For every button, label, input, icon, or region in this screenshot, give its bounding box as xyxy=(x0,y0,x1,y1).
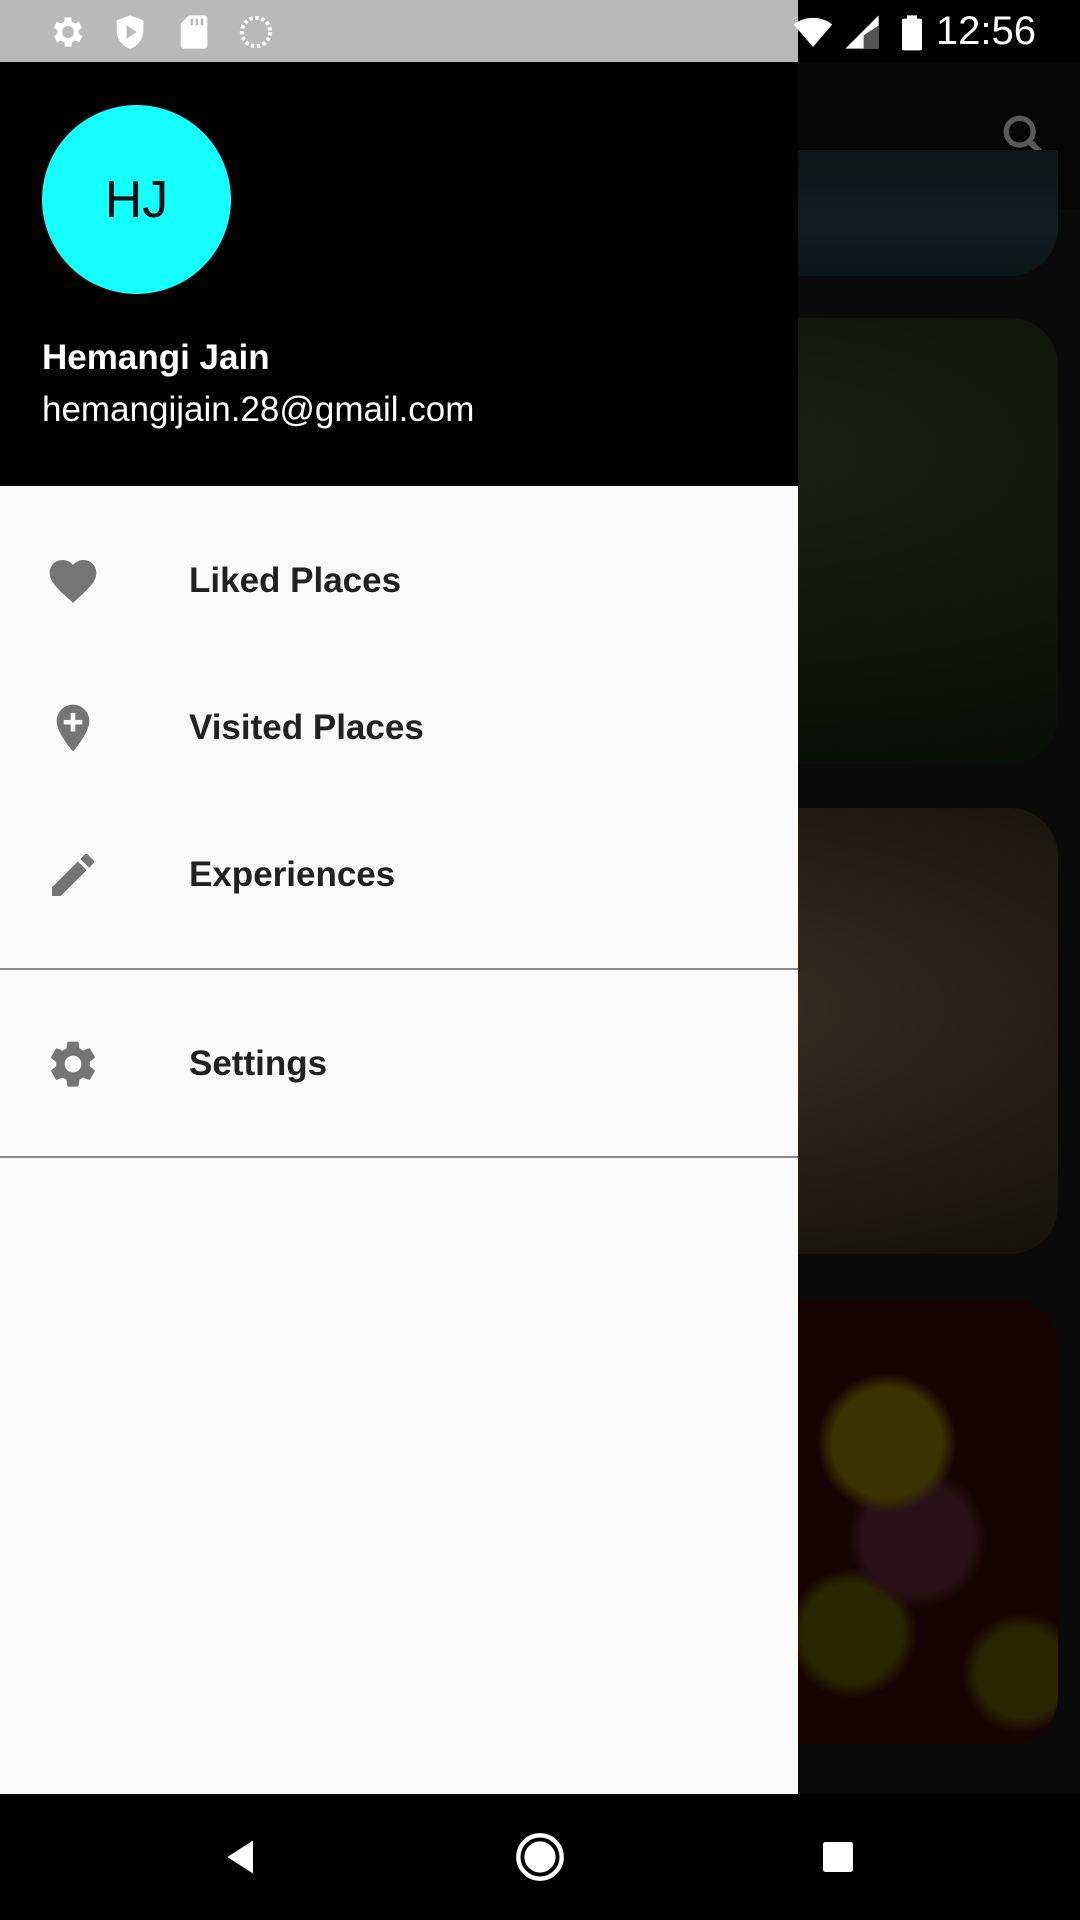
drawer-divider xyxy=(0,968,798,970)
drawer-item-label: Experiences xyxy=(189,854,396,894)
back-button[interactable] xyxy=(212,1827,272,1887)
drawer-item-settings[interactable]: Settings xyxy=(0,990,798,1137)
avatar-initials: HJ xyxy=(104,170,169,229)
drawer-header: HJ Hemangi Jain hemangijain.28@gmail.com xyxy=(0,62,798,486)
recents-icon xyxy=(823,1842,853,1872)
user-email: hemangijain.28@gmail.com xyxy=(42,390,475,429)
drawer-item-visited-places[interactable]: Visited Places xyxy=(0,654,798,801)
back-icon xyxy=(227,1840,253,1874)
home-icon xyxy=(516,1833,564,1881)
drawer-item-label: Liked Places xyxy=(189,560,402,600)
drawer-item-label: Visited Places xyxy=(189,707,424,747)
drawer-item-experiences[interactable]: Experiences xyxy=(0,801,798,948)
drawer-item-label: Settings xyxy=(189,1043,328,1083)
sd-card-icon xyxy=(174,12,214,52)
drawer-divider xyxy=(0,1156,798,1158)
add-location-icon xyxy=(42,697,104,759)
pencil-icon xyxy=(42,844,104,906)
recents-button[interactable] xyxy=(808,1827,868,1887)
clock: 12:56 xyxy=(935,9,1036,53)
status-bar: 12:56 xyxy=(0,0,1080,62)
shield-play-icon xyxy=(110,12,150,52)
gear-icon xyxy=(42,1033,104,1095)
avatar[interactable]: HJ xyxy=(42,105,231,294)
settings-icon xyxy=(48,12,88,52)
system-nav-bar xyxy=(0,1794,1080,1920)
wifi-icon xyxy=(790,12,836,52)
home-button[interactable] xyxy=(510,1827,570,1887)
loading-circle-icon xyxy=(236,12,276,52)
user-name: Hemangi Jain xyxy=(42,338,270,377)
navigation-drawer: HJ Hemangi Jain hemangijain.28@gmail.com… xyxy=(0,62,798,1794)
battery-icon xyxy=(892,12,932,52)
drawer-item-liked-places[interactable]: Liked Places xyxy=(0,507,798,654)
cellular-signal-icon xyxy=(842,12,882,52)
heart-icon xyxy=(42,550,104,612)
